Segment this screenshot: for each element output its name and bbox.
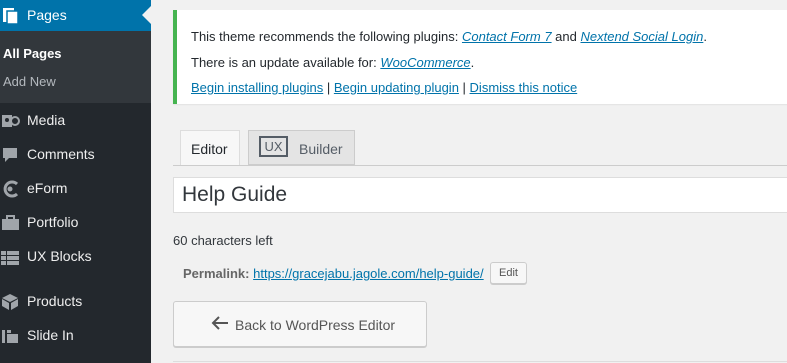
notice-separator: | bbox=[458, 80, 470, 95]
sidebar-item-label: eForm bbox=[27, 180, 68, 196]
notice-text: This theme recommends the following plug… bbox=[191, 29, 462, 44]
sidebar-item-portfolio[interactable]: Portfolio bbox=[0, 210, 151, 236]
editor-bottom-divider bbox=[173, 361, 787, 362]
ux-badge: UX bbox=[259, 136, 288, 157]
permalink-label: Permalink: bbox=[183, 266, 250, 281]
slide-in-icon bbox=[1, 327, 21, 350]
sidebar-item-products[interactable]: Products bbox=[0, 289, 151, 315]
sidebar-item-label: Media bbox=[27, 112, 66, 128]
plugin-notice: This theme recommends the following plug… bbox=[173, 10, 787, 104]
begin-updating-plugin-link[interactable]: Begin updating plugin bbox=[334, 80, 459, 95]
pages-submenu: All Pages Add New bbox=[0, 31, 151, 103]
back-button-label: Back to WordPress Editor bbox=[235, 317, 396, 333]
admin-sidebar: Pages All Pages Add New Media Comments e… bbox=[0, 0, 151, 363]
ux-blocks-icon bbox=[1, 248, 21, 271]
sidebar-item-media[interactable]: Media bbox=[0, 108, 151, 134]
tab-editor-label: Editor bbox=[191, 141, 228, 157]
sidebar-item-ux-blocks[interactable]: UX Blocks bbox=[0, 244, 151, 270]
nextend-social-login-link[interactable]: Nextend Social Login bbox=[580, 29, 703, 44]
sidebar-item-eform[interactable]: eForm bbox=[0, 176, 151, 202]
tabs-divider bbox=[173, 165, 787, 166]
sidebar-item-comments[interactable]: Comments bbox=[0, 142, 151, 168]
notice-separator: | bbox=[323, 80, 334, 95]
permalink-url[interactable]: https://gracejabu.jagole.com/help-guide/ bbox=[253, 266, 484, 281]
comments-icon bbox=[1, 146, 21, 169]
notice-text: and bbox=[551, 29, 581, 44]
post-title-input[interactable] bbox=[173, 177, 787, 213]
sidebar-item-label: UX Blocks bbox=[27, 248, 92, 264]
pages-icon bbox=[2, 8, 20, 29]
media-icon bbox=[1, 112, 21, 135]
notice-actions-line: Begin installing plugins | Begin updatin… bbox=[191, 80, 577, 95]
woocommerce-link[interactable]: WooCommerce bbox=[380, 55, 470, 70]
notice-update-line: There is an update available for: WooCom… bbox=[191, 55, 474, 70]
sidebar-item-label: Slide In bbox=[27, 327, 74, 343]
portfolio-icon bbox=[1, 214, 21, 237]
products-icon bbox=[1, 293, 21, 316]
back-to-wordpress-editor-button[interactable]: Back to WordPress Editor bbox=[173, 301, 427, 347]
sidebar-item-label: Portfolio bbox=[27, 214, 79, 230]
sidebar-item-label: Pages bbox=[27, 7, 67, 23]
sidebar-item-label: Comments bbox=[27, 146, 95, 162]
submenu-all-pages[interactable]: All Pages bbox=[3, 46, 62, 61]
tab-editor[interactable]: Editor bbox=[180, 130, 240, 165]
begin-installing-plugins-link[interactable]: Begin installing plugins bbox=[191, 80, 323, 95]
submenu-add-new[interactable]: Add New bbox=[3, 74, 56, 89]
notice-text: There is an update available for: bbox=[191, 55, 381, 70]
tab-ux-builder[interactable]: UX Builder bbox=[248, 130, 355, 165]
permalink-row: Permalink: https://gracejabu.jagole.com/… bbox=[183, 266, 484, 281]
edit-permalink-button[interactable]: Edit bbox=[490, 262, 527, 284]
contact-form-7-link[interactable]: Contact Form 7 bbox=[462, 29, 552, 44]
sidebar-item-pages[interactable]: Pages bbox=[0, 0, 151, 31]
notice-recommend-line: This theme recommends the following plug… bbox=[191, 29, 707, 44]
dismiss-notice-link[interactable]: Dismiss this notice bbox=[470, 80, 578, 95]
sidebar-item-label: Products bbox=[27, 293, 83, 309]
arrow-left-icon bbox=[211, 315, 229, 336]
eform-icon bbox=[1, 180, 21, 203]
notice-text: . bbox=[470, 55, 475, 70]
tab-ux-builder-label: Builder bbox=[299, 141, 343, 157]
sidebar-item-slide-in[interactable]: Slide In bbox=[0, 323, 151, 349]
characters-left-text: 60 characters left bbox=[173, 233, 273, 248]
current-menu-arrow bbox=[142, 6, 151, 24]
notice-text: . bbox=[703, 29, 707, 44]
